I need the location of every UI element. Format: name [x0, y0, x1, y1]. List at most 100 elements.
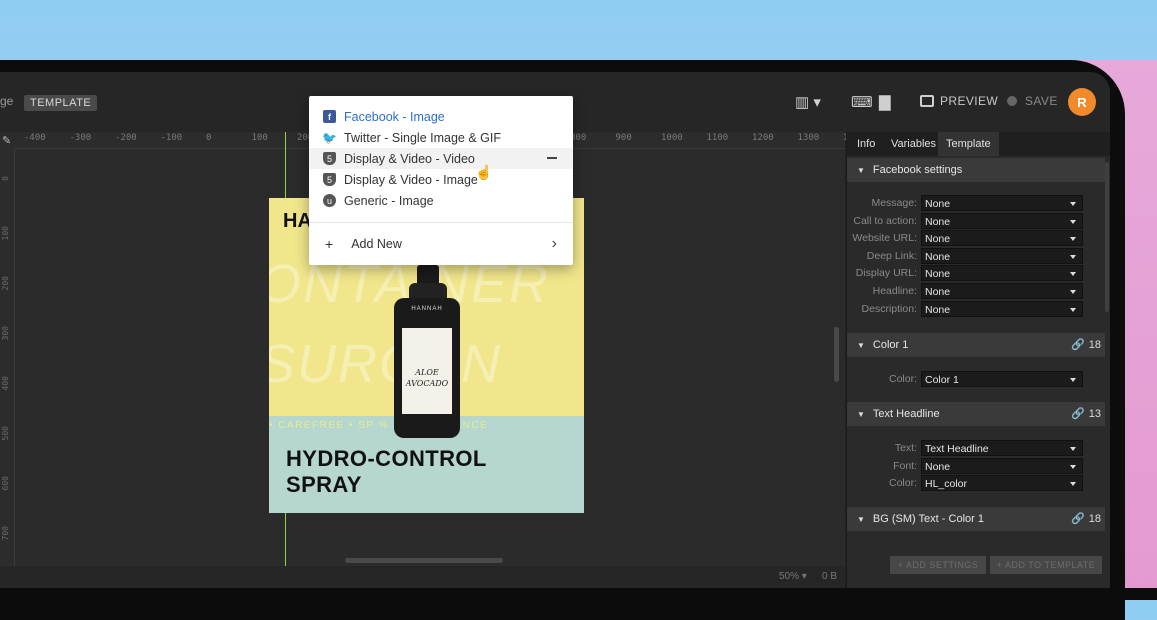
ad-top-heading: HA [283, 210, 312, 232]
section-facebook-settings[interactable]: ▼ Facebook settings [847, 158, 1105, 182]
section-title: Color 1 [872, 339, 909, 351]
caret-down-icon [1070, 482, 1076, 487]
field-label: Call to action: [853, 214, 917, 227]
collapse-triangle-icon: ▼ [857, 514, 865, 524]
setting-select[interactable]: HL_color [921, 475, 1083, 492]
bottle-brand: HANNAH [411, 306, 443, 312]
setting-select[interactable]: None [921, 300, 1083, 317]
menu-item-label: Display & Video - Video [344, 151, 475, 166]
menu-item-generic-image[interactable]: u Generic - Image [309, 190, 573, 211]
ad-headline: HYDRO-CONTROL SPRAY [286, 446, 487, 498]
select-value: None [925, 215, 951, 228]
caret-down-icon [1070, 447, 1076, 451]
field-label: Color: [888, 477, 917, 490]
setting-select[interactable]: None [921, 230, 1083, 247]
field-label: Message: [871, 197, 917, 209]
ruler-top-label: -200 [115, 133, 137, 143]
ruler-top-label: -400 [24, 133, 46, 143]
shield-icon: 5 [323, 173, 336, 186]
section-color-1[interactable]: ▼ Color 1 🔗 18 [847, 333, 1105, 357]
select-value: None [925, 303, 951, 316]
setting-select[interactable]: Text Headline [921, 440, 1083, 456]
section-title: BG (SM) Text - Color 1 [872, 513, 984, 525]
caret-down-icon [1070, 272, 1076, 277]
twitter-icon: 🐦 [322, 130, 337, 145]
select-value: HL_color [925, 478, 968, 491]
collapse-triangle-icon: ▼ [857, 165, 865, 175]
template-dropdown-menu: f Facebook - Image 🐦 Twitter - Single Im… [309, 96, 573, 265]
field-label: Color: [888, 373, 917, 385]
ruler-top-label: 1000 [661, 133, 683, 143]
setting-select[interactable]: None [921, 457, 1083, 474]
settings-row: Description: None [847, 300, 1105, 318]
setting-select[interactable]: None [921, 212, 1083, 229]
vertical-scrollbar[interactable] [834, 327, 839, 382]
caret-down-icon [1070, 237, 1076, 242]
settings-row: Website URL: None [847, 230, 1105, 247]
link-count: 🔗 18 [1071, 338, 1101, 352]
ruler-top-label: 1100 [706, 133, 729, 143]
zoom-select[interactable]: 50% ▾ [779, 571, 807, 582]
field-label: Deep Link: [866, 249, 917, 262]
ruler-left-label: 700 [1, 526, 10, 541]
settings-row: Call to action: None [847, 212, 1105, 230]
horizontal-scrollbar[interactable] [345, 558, 503, 563]
caret-down-icon [1070, 202, 1076, 206]
settings-row: Deep Link: None [847, 247, 1105, 265]
link-icon: 🔗 [1071, 339, 1085, 351]
avatar[interactable]: R [1068, 88, 1096, 116]
layout-icon[interactable]: ▥ ▾ [795, 93, 821, 111]
ruler-top-label: 0 [206, 133, 212, 143]
caret-down-icon [1070, 290, 1076, 294]
ruler-left: 0100200300400500600700800 [0, 148, 15, 590]
section-bg-text[interactable]: ▼ BG (SM) Text - Color 1 🔗 18 [847, 507, 1105, 531]
setting-select[interactable]: None [921, 265, 1083, 282]
save-label: SAVE [1025, 94, 1058, 108]
save-status-icon [1007, 96, 1017, 106]
select-value: None [925, 460, 951, 473]
page-title-fragment: ge [0, 94, 14, 108]
settings-row: Message: None [847, 195, 1105, 212]
add-to-template-button[interactable]: + ADD TO TEMPLATE [990, 556, 1102, 574]
setting-select[interactable]: None [921, 195, 1083, 211]
settings-row: Headline: None [847, 283, 1105, 300]
panel-buttons: + ADD SETTINGS + ADD TO TEMPLATE [847, 556, 1110, 580]
tab-info[interactable]: Info [849, 132, 883, 156]
preview-button[interactable]: PREVIEW [920, 94, 998, 108]
tab-variables[interactable]: Variables [883, 132, 944, 156]
ruler-top-label: 900 [615, 133, 632, 143]
comment-icon[interactable]: ▇ [879, 93, 891, 111]
setting-select[interactable]: None [921, 247, 1083, 264]
menu-item-label: Generic - Image [344, 193, 434, 208]
pencil-icon[interactable]: ✎ [2, 134, 11, 147]
menu-item-display-video-video[interactable]: 5 Display & Video - Video [309, 148, 573, 169]
bottle-cap [417, 265, 439, 285]
select-value: None [925, 268, 951, 281]
keyboard-icon[interactable]: ⌨ [851, 93, 873, 111]
panel-scrollbar[interactable] [1105, 162, 1109, 312]
select-value: Color 1 [925, 374, 959, 386]
section-title: Text Headline [872, 408, 940, 420]
settings-row: Display URL: None [847, 265, 1105, 282]
menu-item-twitter-image[interactable]: 🐦 Twitter - Single Image & GIF [309, 127, 573, 148]
menu-item-display-video-image[interactable]: 5 Display & Video - Image [309, 169, 573, 190]
settings-row: Font: None [847, 457, 1105, 475]
menu-item-label: Display & Video - Image [344, 172, 478, 187]
menu-item-label: Facebook - Image [344, 109, 445, 124]
select-value: None [925, 250, 951, 263]
remove-icon[interactable] [547, 157, 557, 159]
save-button[interactable]: SAVE [1007, 94, 1058, 108]
ruler-left-label: 100 [1, 226, 10, 241]
color-select[interactable]: Color 1 [921, 371, 1083, 387]
app-screen: ge TEMPLATE ▥ ▾ ⌨ ▇ PREVIEW SAVE R -400 -… [0, 72, 1110, 600]
settings-row: Text: Text Headline [847, 440, 1105, 457]
setting-select[interactable]: None [921, 283, 1083, 299]
menu-item-facebook-image[interactable]: f Facebook - Image [309, 106, 573, 127]
add-settings-button[interactable]: + ADD SETTINGS [890, 556, 986, 574]
menu-item-label: Twitter - Single Image & GIF [344, 130, 501, 145]
ruler-left-label: 600 [1, 476, 10, 491]
add-new-button[interactable]: + Add New › [309, 233, 573, 255]
tab-template[interactable]: Template [938, 132, 999, 156]
section-text-headline[interactable]: ▼ Text Headline 🔗 13 [847, 402, 1105, 426]
caret-down-icon [1070, 254, 1076, 259]
